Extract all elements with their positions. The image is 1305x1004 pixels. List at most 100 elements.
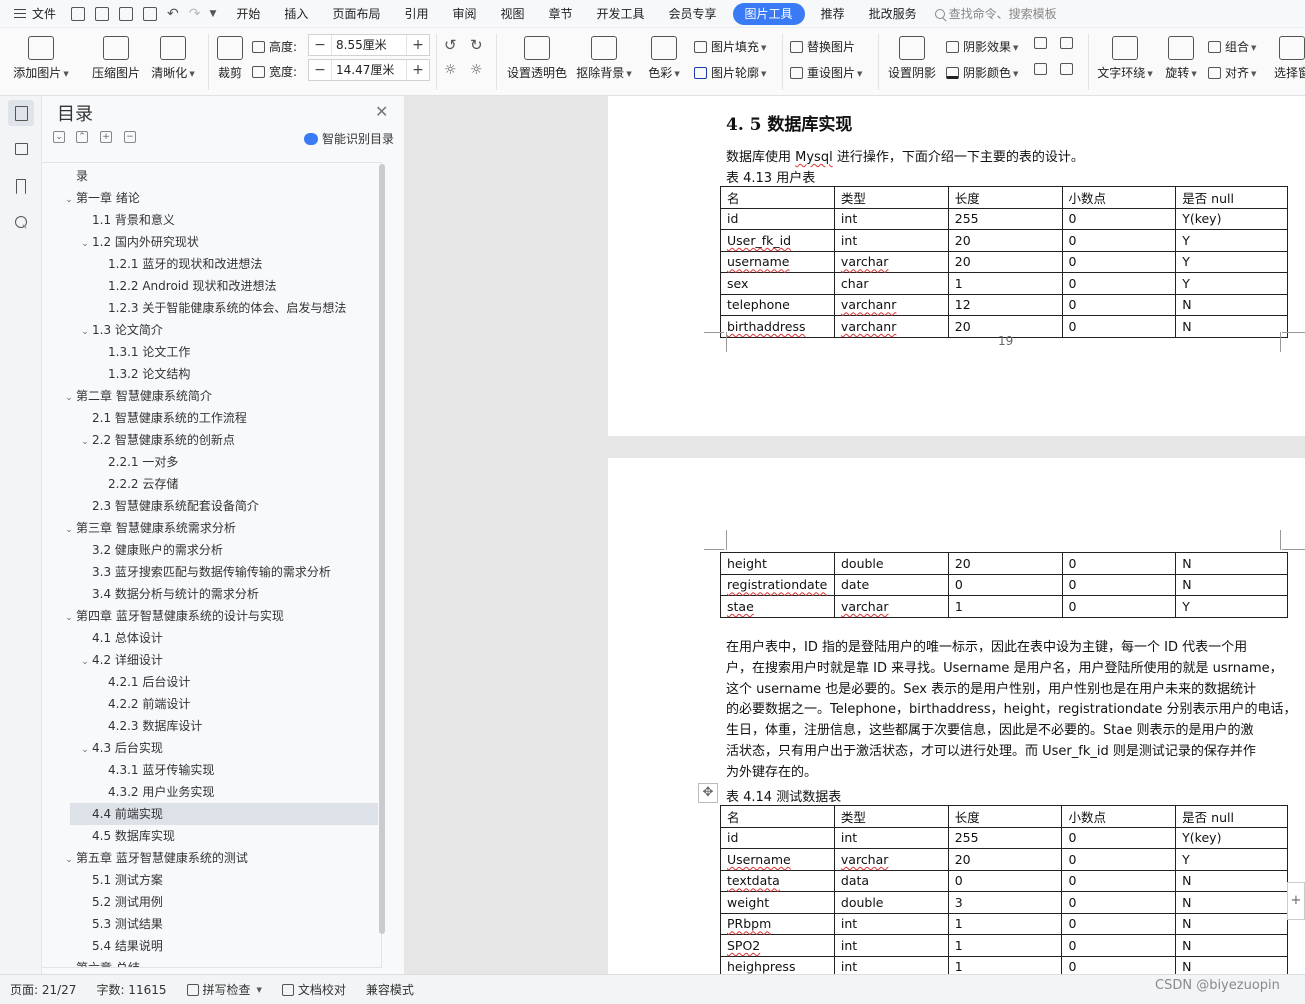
table-cell[interactable]: 0 [1061, 848, 1177, 871]
toc-item[interactable]: 4.3.2 用户业务实现 [42, 781, 372, 803]
table-cell[interactable]: heighpress [720, 955, 835, 974]
page-indicator[interactable]: 页面: 21/27 [0, 981, 86, 998]
table-cell[interactable]: double [833, 891, 949, 914]
table-cell[interactable]: Y [1175, 229, 1288, 252]
table-cell[interactable]: 小数点 [1061, 805, 1177, 828]
table-cell[interactable]: 0 [1061, 912, 1177, 935]
smart-toc-button[interactable]: 智能识别目录 [304, 130, 394, 147]
toc-item[interactable]: 4.4 前端实现 [70, 803, 378, 825]
table-cell[interactable]: 0 [1061, 315, 1177, 338]
close-icon[interactable]: ✕ [375, 102, 388, 121]
table-cell[interactable]: int [833, 229, 949, 252]
table-cell[interactable]: 0 [1061, 955, 1177, 974]
table-cell[interactable]: int [833, 826, 949, 849]
chevron-down-icon[interactable]: ⌄ [78, 431, 92, 453]
toc-item[interactable]: ⌄ 1.3 论文简介 [42, 319, 372, 341]
table-cell[interactable]: 255 [947, 207, 1063, 230]
table-cell[interactable]: 类型 [833, 186, 949, 209]
table-cell[interactable]: 1 [947, 595, 1063, 618]
table-cell[interactable]: Y(key) [1175, 826, 1288, 849]
toc-item[interactable]: ⌄ 第五章 蓝牙智慧健康系统的测试 [42, 847, 372, 869]
quick-access-dropdown-icon[interactable]: ▼ [209, 9, 216, 19]
toc-item[interactable]: 3.2 健康账户的需求分析 [42, 539, 372, 561]
table-cell[interactable]: 0 [1061, 207, 1177, 230]
toc-item[interactable]: 4.3.1 蓝牙传输实现 [42, 759, 372, 781]
picture-outline-button[interactable]: 图片轮廓 ▼ [694, 64, 766, 81]
chevron-down-icon[interactable]: ⌄ [78, 651, 92, 673]
menu-tab[interactable]: 开发工具 [585, 3, 657, 25]
table-cell[interactable]: 0 [1061, 293, 1177, 316]
table-cell[interactable]: N [1175, 912, 1288, 935]
toc-item[interactable]: 3.3 蓝牙搜索匹配与数据传输传输的需求分析 [42, 561, 372, 583]
table-cell[interactable]: 长度 [947, 805, 1063, 828]
table-cell[interactable]: id [720, 826, 835, 849]
rotate-right-icon[interactable]: ↻ [470, 36, 483, 54]
toc-item[interactable]: 1.3.2 论文结构 [42, 363, 372, 385]
table-cell[interactable]: N [1175, 573, 1288, 596]
document-proof-button[interactable]: 文档校对 [272, 981, 356, 998]
table-cell[interactable]: date [833, 573, 949, 596]
table-cell[interactable]: data [833, 869, 949, 892]
remove-heading-icon[interactable]: − [124, 131, 136, 143]
table-cell[interactable]: varchar [833, 848, 949, 871]
command-search[interactable]: 查找命令、搜索模板 [934, 5, 1057, 22]
table-cell[interactable]: 0 [1061, 595, 1177, 618]
toc-item[interactable]: 4.5 数据库实现 [42, 825, 372, 847]
reset-picture-button[interactable]: 重设图片 ▼ [790, 64, 862, 81]
redo-icon[interactable]: ↷ [189, 7, 201, 21]
brightness-down-icon[interactable]: ☼ [470, 62, 483, 78]
file-menu[interactable]: 文件 [0, 5, 66, 22]
width-input[interactable]: 14.47厘米 [331, 60, 407, 80]
table-cell[interactable]: 0 [1061, 552, 1177, 575]
rotate-left-icon[interactable]: ↺ [444, 36, 457, 54]
chevron-down-icon[interactable]: ⌄ [78, 321, 92, 343]
table-cell[interactable]: Y [1175, 595, 1288, 618]
table-cell[interactable]: Y [1175, 848, 1288, 871]
shadow-effect-button[interactable]: 阴影效果 ▼ [946, 38, 1018, 55]
toc-item[interactable]: 4.2.1 后台设计 [42, 671, 372, 693]
toc-item[interactable]: ⌄ 第四章 蓝牙智慧健康系统的设计与实现 [42, 605, 372, 627]
table-cell[interactable]: 3 [947, 891, 1063, 914]
add-column-icon[interactable]: + [1287, 882, 1305, 920]
toc-item[interactable]: 3.4 数据分析与统计的需求分析 [42, 583, 372, 605]
set-transparent-color-button[interactable]: 设置透明色 [504, 28, 570, 81]
menu-tab[interactable]: 会员专享 [657, 3, 729, 25]
toc-item[interactable]: 5.4 结果说明 [42, 935, 372, 957]
table-cell[interactable]: stae [720, 595, 835, 618]
table-cell[interactable]: char [833, 272, 949, 295]
table-cell[interactable]: 类型 [833, 805, 949, 828]
table-cell[interactable]: 1 [947, 955, 1063, 974]
menu-tab[interactable]: 开始 [224, 3, 272, 25]
toc-item[interactable]: 录 [42, 165, 372, 187]
table-cell[interactable]: int [833, 912, 949, 935]
chevron-down-icon[interactable]: ⌄ [62, 387, 76, 409]
chevron-down-icon[interactable]: ⌄ [78, 233, 92, 255]
table-cell[interactable]: 1 [947, 912, 1063, 935]
remove-background-button[interactable]: 抠除背景 ▼ [574, 28, 634, 81]
compress-picture-button[interactable]: 压缩图片 [88, 28, 144, 81]
print-preview-icon[interactable] [143, 6, 158, 21]
export-pdf-icon[interactable] [95, 6, 110, 21]
table-cell[interactable]: 0 [1061, 272, 1177, 295]
toc-item[interactable]: 第六章 总结 [42, 957, 372, 967]
table-cell[interactable]: 是否 null [1175, 805, 1288, 828]
table-cell[interactable]: 0 [1061, 573, 1177, 596]
toc-item[interactable]: 2.2.2 云存储 [42, 473, 372, 495]
table-cell[interactable]: varchar [833, 595, 949, 618]
toc-item[interactable]: ⌄ 4.2 详细设计 [42, 649, 372, 671]
height-stepper[interactable]: − 8.55厘米 + [308, 34, 430, 56]
add-picture-button[interactable]: 添加图片 ▼ [10, 28, 72, 81]
table-cell[interactable]: 名 [720, 805, 835, 828]
table-cell[interactable]: 0 [1061, 869, 1177, 892]
table-cell[interactable]: N [1175, 955, 1288, 974]
align-button[interactable]: 对齐 ▼ [1208, 64, 1256, 81]
height-decrease-button[interactable]: − [309, 37, 331, 53]
add-heading-icon[interactable]: + [100, 131, 112, 143]
rotate-button[interactable]: 旋转 ▼ [1162, 28, 1200, 81]
toc-item[interactable]: ⌄ 第三章 智慧健康系统需求分析 [42, 517, 372, 539]
toc-item[interactable]: 1.1 背景和意义 [42, 209, 372, 231]
menu-tab[interactable]: 引用 [392, 3, 440, 25]
table-cell[interactable]: double [833, 552, 949, 575]
toc-item[interactable]: 4.1 总体设计 [42, 627, 372, 649]
toc-item[interactable]: ⌄ 第一章 绪论 [42, 187, 372, 209]
